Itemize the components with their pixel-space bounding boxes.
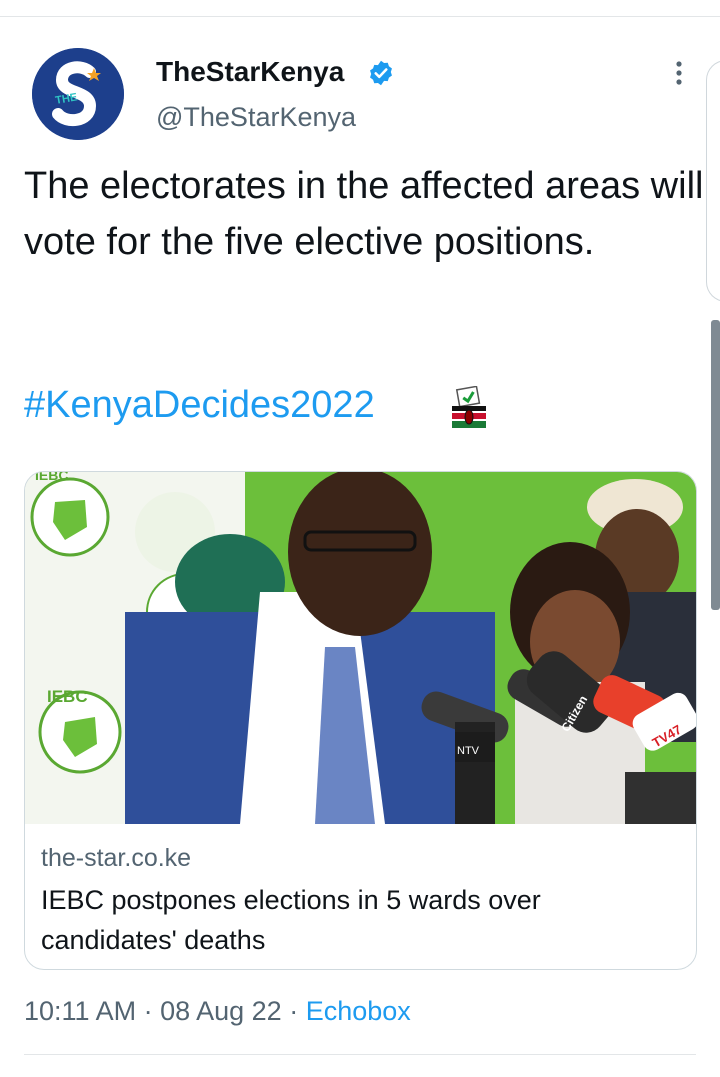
- ballot-box-icon: [452, 386, 486, 428]
- link-preview-card[interactable]: IEBC IEBC Citizen TV47 NTV the-star.co.k…: [24, 471, 697, 970]
- tweet-meta: 10:11 AM · 08 Aug 22 · Echobox: [24, 996, 411, 1027]
- bottom-divider: [24, 1054, 696, 1055]
- scrollbar[interactable]: [711, 320, 720, 610]
- the-star-logo-icon: THE: [32, 48, 124, 140]
- top-divider: [0, 16, 720, 17]
- display-name[interactable]: TheStarKenya: [156, 56, 344, 88]
- user-handle[interactable]: @TheStarKenya: [156, 102, 356, 133]
- card-domain: the-star.co.ke: [41, 844, 192, 872]
- tweet-date[interactable]: 08 Aug 22: [160, 996, 282, 1026]
- tweet-text: The electorates in the affected areas wi…: [24, 165, 715, 263]
- iebc-logo-text-1: IEBC: [35, 472, 68, 483]
- tweet-source-link[interactable]: Echobox: [306, 996, 411, 1026]
- card-title: IEBC postpones elections in 5 wards over…: [41, 885, 541, 955]
- hashtag-link[interactable]: #KenyaDecides2022: [24, 384, 375, 427]
- tweet-time[interactable]: 10:11 AM: [24, 996, 136, 1026]
- more-options-icon[interactable]: [664, 58, 694, 88]
- profile-avatar[interactable]: THE: [32, 48, 124, 140]
- meta-separator: ·: [136, 996, 161, 1026]
- iebc-logo-text-2: IEBC: [47, 687, 88, 706]
- verified-badge-icon: [370, 60, 392, 86]
- mic-label-ntv: NTV: [457, 745, 480, 757]
- meta-separator: ·: [281, 996, 306, 1026]
- press-conference-photo: IEBC IEBC Citizen TV47 NTV: [25, 472, 696, 824]
